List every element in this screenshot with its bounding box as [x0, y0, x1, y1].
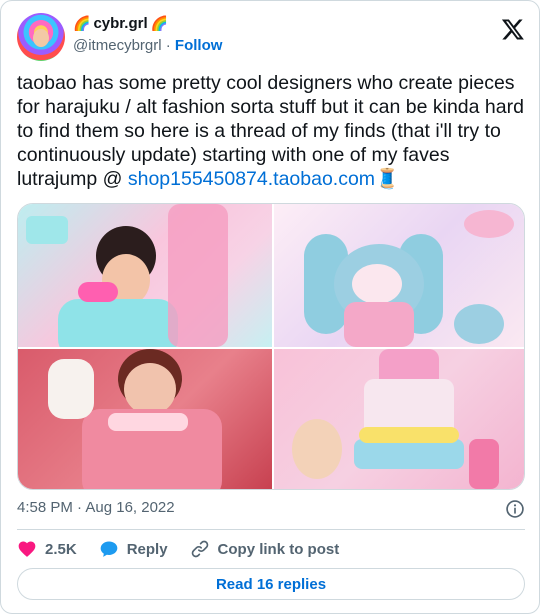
copy-link-button[interactable]: Copy link to post	[190, 539, 340, 559]
tweet-meta: 4:58 PM · Aug 16, 2022	[17, 499, 525, 519]
x-logo-icon[interactable]	[501, 17, 525, 41]
photo-1[interactable]	[18, 204, 272, 347]
display-name-text: cybr.grl	[93, 15, 148, 32]
avatar[interactable]	[17, 13, 65, 61]
reply-label: Reply	[126, 540, 168, 558]
photo-3[interactable]	[18, 349, 272, 489]
read-replies-button[interactable]: Read 16 replies	[17, 568, 525, 600]
user-handle[interactable]: @itmecybrgrl	[73, 37, 162, 54]
reply-button[interactable]: Reply	[99, 539, 168, 559]
like-count: 2.5K	[45, 540, 77, 558]
follow-button[interactable]: Follow	[175, 37, 223, 54]
link-icon	[191, 540, 208, 558]
handle-line: @itmecybrgrl · Follow	[73, 37, 222, 54]
tweet-header: 🌈 cybr.grl 🌈 @itmecybrgrl · Follow	[17, 13, 525, 61]
copy-link-label: Copy link to post	[217, 540, 340, 558]
tweet-card: 🌈 cybr.grl 🌈 @itmecybrgrl · Follow taoba…	[0, 0, 540, 614]
reply-bubble-icon	[100, 541, 118, 557]
separator-dot: ·	[165, 37, 171, 54]
rainbow-emoji-left: 🌈	[73, 15, 91, 31]
thread-emoji: 🧵	[375, 168, 400, 190]
avatar-face	[33, 29, 49, 47]
divider	[17, 529, 525, 530]
rainbow-emoji-right: 🌈	[150, 15, 169, 31]
display-name[interactable]: 🌈 cybr.grl 🌈	[73, 15, 168, 32]
tweet-text: taobao has some pretty cool designers wh…	[17, 71, 525, 191]
timestamp[interactable]: 4:58 PM · Aug 16, 2022	[17, 499, 175, 516]
like-button[interactable]: 2.5K	[17, 539, 77, 559]
shop-link[interactable]: shop155450874.taobao.com	[128, 168, 375, 190]
info-icon[interactable]	[505, 499, 525, 519]
photo-2[interactable]	[274, 204, 524, 347]
heart-icon	[18, 541, 36, 557]
photo-4[interactable]	[274, 349, 524, 489]
action-bar: 2.5K Reply Copy link to post	[17, 537, 361, 561]
media-grid	[17, 203, 525, 490]
